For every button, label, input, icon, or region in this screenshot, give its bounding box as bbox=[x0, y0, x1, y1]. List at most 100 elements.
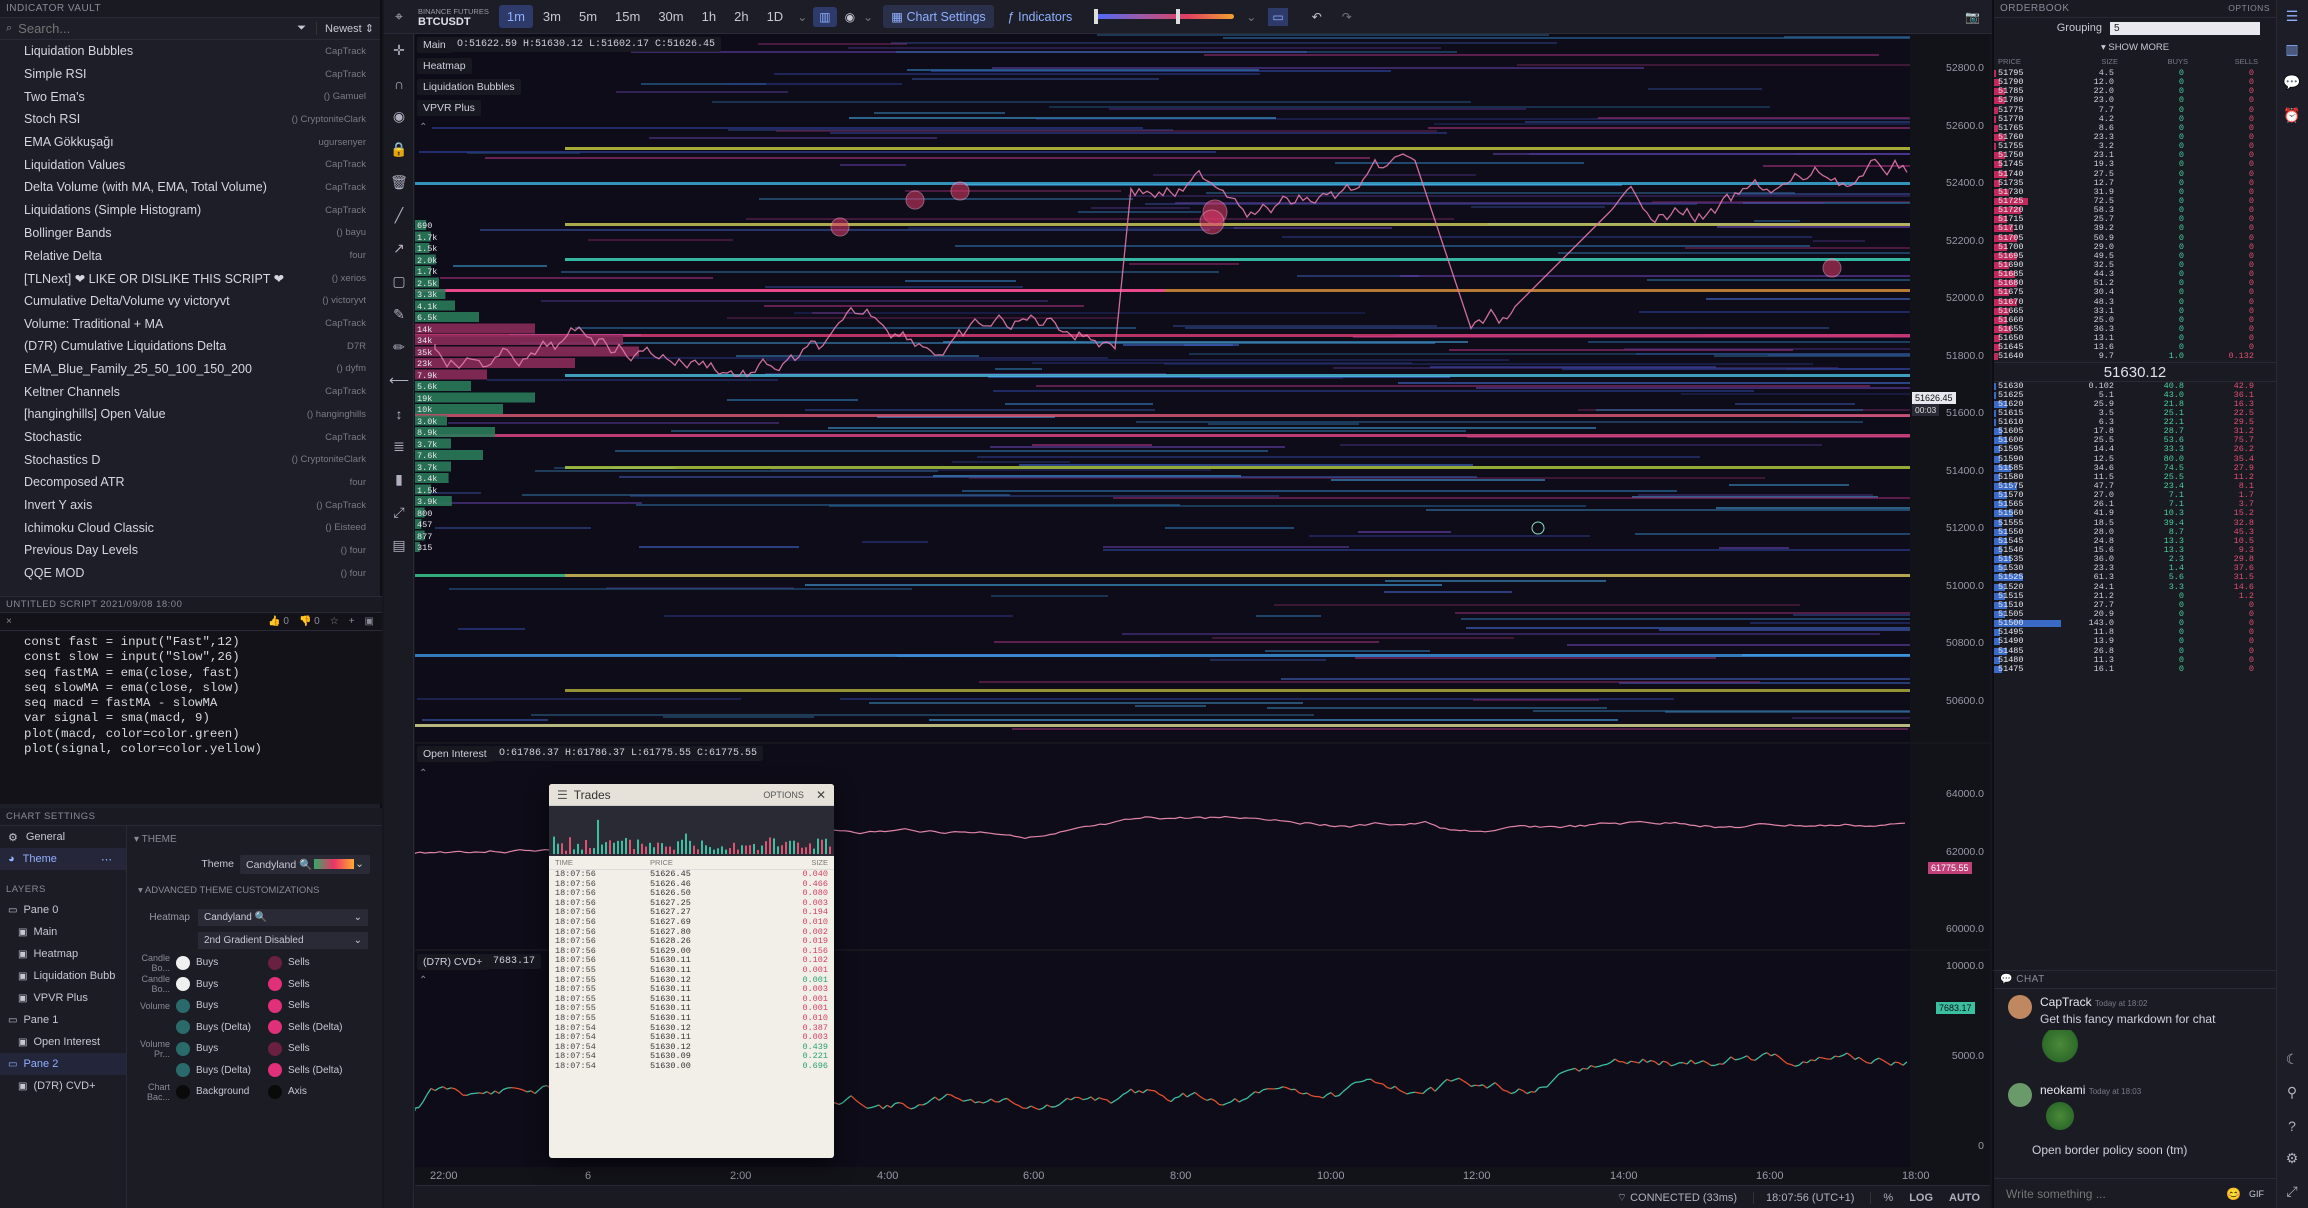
trades-header[interactable]: ☰ Trades OPTIONS ✕ bbox=[549, 784, 834, 806]
theme-select[interactable]: Candyland 🔍 ⌄ bbox=[240, 854, 370, 874]
close-icon[interactable]: ✕ bbox=[816, 788, 826, 802]
color-picker[interactable]: Sells bbox=[268, 998, 310, 1013]
indicator-item[interactable]: Liquidation Values CapTrack bbox=[0, 153, 380, 176]
clock[interactable]: 18:07:56 (UTC+1) bbox=[1753, 1191, 1854, 1204]
indicator-item[interactable]: Stochastic CapTrack bbox=[0, 426, 380, 449]
horizontal-line-icon[interactable]: ⟵ bbox=[384, 364, 414, 397]
main-chart-pane[interactable]: Main O:51622.59 H:51630.12 L:51602.17 C:… bbox=[415, 34, 1910, 742]
magnet-icon[interactable]: ∩ bbox=[384, 67, 414, 100]
indicator-item[interactable]: EMA Gökkuşağı ugursenyer bbox=[0, 131, 380, 154]
timeframe-2h[interactable]: 2h bbox=[726, 5, 756, 28]
time-axis[interactable]: 22:00 6 2:00 4:00 6:00 8:00 10:00 12:00 14:00 16:… bbox=[415, 1167, 1990, 1185]
color-picker[interactable]: Buys bbox=[176, 977, 268, 992]
ask-row[interactable]: 51680 51.2 0 0 bbox=[1994, 279, 2276, 288]
timeframe-1h[interactable]: 1h bbox=[694, 5, 724, 28]
alerts-tab-icon[interactable]: ⏰ bbox=[2277, 99, 2307, 132]
code-area[interactable]: const fast = input("Fast",12) const slow … bbox=[0, 631, 382, 757]
ask-row[interactable]: 51705 50.9 0 0 bbox=[1994, 233, 2276, 243]
indicator-item[interactable]: Previous Day Levels () four bbox=[0, 539, 380, 562]
bid-row[interactable]: 51575 47.7 23.4 8.1 bbox=[1994, 481, 2276, 491]
help-icon[interactable]: ? bbox=[2277, 1109, 2307, 1142]
ask-row[interactable]: 51650 13.1 0 0 bbox=[1994, 333, 2276, 343]
ask-row[interactable]: 51685 44.3 0 0 bbox=[1994, 269, 2276, 279]
ask-row[interactable]: 51785 22.0 0 0 bbox=[1994, 87, 2276, 96]
color-picker[interactable]: Sells bbox=[268, 977, 310, 992]
tools-icon[interactable]: ◉ bbox=[837, 10, 863, 24]
bid-row[interactable]: 51510 27.7 0 0 bbox=[1994, 600, 2276, 610]
indicator-item[interactable]: Stoch RSI () CryptoniteClark bbox=[0, 108, 380, 131]
bid-row[interactable]: 51505 20.9 0 0 bbox=[1994, 609, 2276, 619]
ask-row[interactable]: 51715 25.7 0 0 bbox=[1994, 215, 2276, 224]
star-icon[interactable]: ☆ bbox=[330, 616, 339, 627]
heatmap-select[interactable]: Candyland 🔍 ⌄ bbox=[198, 908, 368, 926]
trades-options-button[interactable]: OPTIONS bbox=[763, 790, 804, 800]
chevron-down-icon[interactable]: ⌄ bbox=[791, 10, 813, 24]
ask-row[interactable]: 51780 23.0 0 0 bbox=[1994, 96, 2276, 105]
heatmap-intensity-slider[interactable] bbox=[1094, 9, 1235, 24]
sort-select[interactable]: Newest ⇕ bbox=[316, 22, 374, 35]
indicator-item[interactable]: Simple RSI CapTrack bbox=[0, 63, 380, 86]
indicator-item[interactable]: Relative Delta four bbox=[0, 244, 380, 267]
layer-item[interactable]: ▣ Open Interest bbox=[0, 1031, 126, 1053]
indicator-item[interactable]: QQE MOD () four bbox=[0, 562, 380, 585]
collapse-icon[interactable]: ⌃ bbox=[419, 768, 427, 779]
ask-row[interactable]: 51755 3.2 0 0 bbox=[1994, 141, 2276, 151]
chart-settings-button[interactable]: ▦ Chart Settings bbox=[883, 5, 994, 28]
percent-toggle[interactable]: % bbox=[1870, 1191, 1893, 1204]
add-icon[interactable]: + bbox=[349, 616, 355, 627]
bid-row[interactable]: 51520 24.1 3.3 14.6 bbox=[1994, 582, 2276, 592]
indicator-item[interactable]: Decomposed ATR four bbox=[0, 471, 380, 494]
ask-row[interactable]: 51750 23.1 0 0 bbox=[1994, 151, 2276, 160]
indicator-item[interactable]: Liquidation Bubbles CapTrack bbox=[0, 40, 380, 63]
rectangle-tool-icon[interactable]: ▢ bbox=[384, 265, 414, 298]
ask-row[interactable]: 51665 33.1 0 0 bbox=[1994, 306, 2276, 316]
line-tool-icon[interactable]: ╱ bbox=[384, 199, 414, 232]
nav-theme[interactable]: ◕ Theme ⋯ bbox=[0, 848, 126, 870]
overlay-vpvr[interactable]: VPVR Plus bbox=[417, 100, 481, 116]
vertical-line-icon[interactable]: ↕ bbox=[384, 397, 414, 430]
layer-item[interactable]: ▭ Pane 0 bbox=[0, 899, 126, 921]
close-icon[interactable]: × bbox=[6, 616, 12, 627]
heatmap-canvas[interactable] bbox=[415, 34, 1910, 742]
save-icon[interactable]: ▣ bbox=[365, 616, 374, 627]
bid-row[interactable]: 51500 143.0 0 0 bbox=[1994, 619, 2276, 628]
indicator-item[interactable]: Two Ema's () Gamuel bbox=[0, 85, 380, 108]
indicator-item[interactable]: Keltner Channels CapTrack bbox=[0, 380, 380, 403]
camera-icon[interactable]: 📷 bbox=[1965, 10, 1980, 24]
timeframe-5m[interactable]: 5m bbox=[571, 5, 605, 28]
color-picker[interactable]: Axis bbox=[268, 1084, 307, 1099]
log-toggle[interactable]: LOG bbox=[1909, 1192, 1933, 1204]
cvd-axis[interactable]: 10000.0 5000.0 0 7683.17 bbox=[1910, 951, 1990, 1167]
bid-row[interactable]: 51490 13.9 0 0 bbox=[1994, 637, 2276, 646]
ray-tool-icon[interactable]: ↗ bbox=[384, 232, 414, 265]
indicator-item[interactable]: Invert Y axis () CapTrack bbox=[0, 494, 380, 517]
settings-tab-icon[interactable]: ☰ bbox=[2277, 0, 2307, 33]
chevron-down-icon[interactable]: ⌄ bbox=[863, 10, 873, 24]
pin-icon[interactable]: ⚲ bbox=[2277, 1076, 2307, 1109]
chat-input[interactable] bbox=[2006, 1186, 2221, 1201]
chat-user[interactable]: CapTrack bbox=[2040, 995, 2092, 1009]
vault-search-input[interactable] bbox=[18, 21, 298, 36]
ruler-icon[interactable]: ▮ bbox=[384, 463, 414, 496]
indicator-item[interactable]: [hanginghills] Open Value () hanginghills bbox=[0, 403, 380, 426]
color-picker[interactable]: Buys (Delta) bbox=[176, 1020, 268, 1035]
ask-row[interactable]: 51790 12.0 0 0 bbox=[1994, 77, 2276, 87]
layer-item[interactable]: ▣ (D7R) CVD+ bbox=[0, 1075, 126, 1097]
crosshair-icon[interactable]: ✛ bbox=[384, 34, 414, 67]
path-tool-icon[interactable]: ⤢ bbox=[384, 496, 414, 529]
ask-row[interactable]: 51775 7.7 0 0 bbox=[1994, 105, 2276, 115]
ask-row[interactable]: 51675 30.4 0 0 bbox=[1994, 288, 2276, 297]
color-picker[interactable]: Sells (Delta) bbox=[268, 1063, 342, 1078]
ask-row[interactable]: 51770 4.2 0 0 bbox=[1994, 114, 2276, 124]
trash-icon[interactable]: 🗑 bbox=[384, 166, 414, 199]
ask-row[interactable]: 51660 25.0 0 0 bbox=[1994, 315, 2276, 325]
oi-axis[interactable]: 64000.0 62000.0 60000.0 61775.55 bbox=[1910, 744, 1990, 949]
indicator-item[interactable]: Liquidations (Simple Histogram) CapTrack bbox=[0, 199, 380, 222]
timeframe-15m[interactable]: 15m bbox=[607, 5, 648, 28]
orderbook-options-button[interactable]: OPTIONS bbox=[2228, 3, 2270, 14]
ask-row[interactable]: 51795 4.5 0 0 bbox=[1994, 68, 2276, 78]
show-more-button[interactable]: ▾ SHOW MORE bbox=[1994, 38, 2276, 57]
layer-item[interactable]: ▣ Main bbox=[0, 921, 126, 943]
bid-row[interactable]: 51545 24.8 13.3 10.5 bbox=[1994, 536, 2276, 546]
nav-general[interactable]: ⚙ General bbox=[0, 826, 126, 848]
